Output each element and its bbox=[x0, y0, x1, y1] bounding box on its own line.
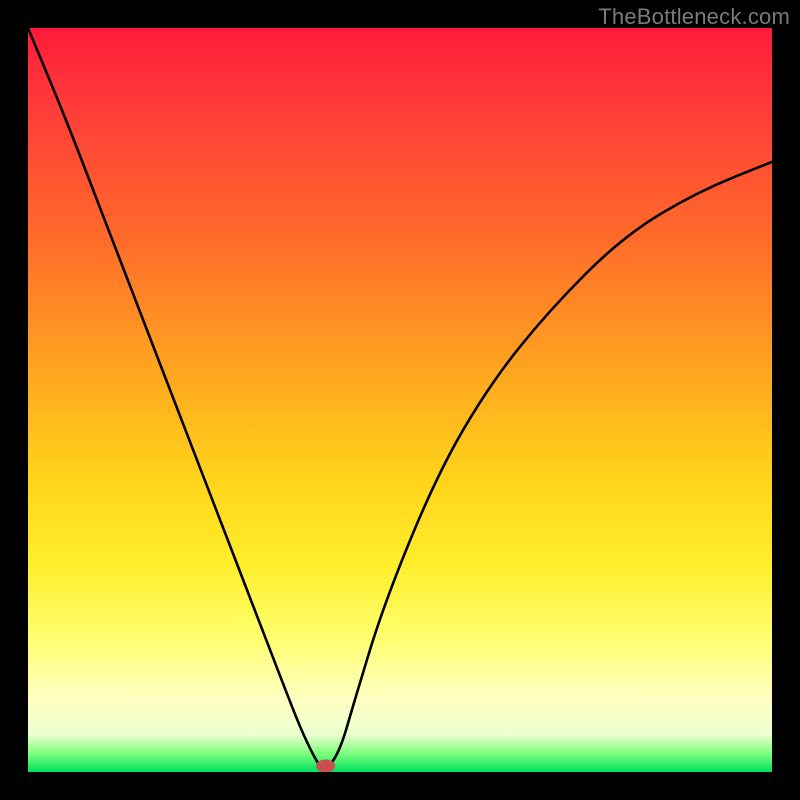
plot-area bbox=[28, 28, 772, 772]
bottleneck-curve bbox=[28, 28, 772, 769]
attribution-label: TheBottleneck.com bbox=[598, 4, 790, 30]
curve-svg bbox=[28, 28, 772, 772]
chart-frame: TheBottleneck.com bbox=[0, 0, 800, 800]
optimal-point-marker bbox=[317, 760, 335, 772]
